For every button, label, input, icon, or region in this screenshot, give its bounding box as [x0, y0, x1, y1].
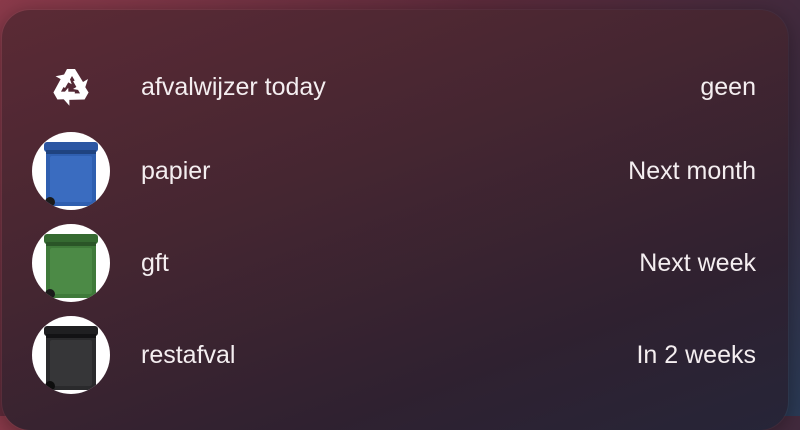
blue-bin-icon [32, 132, 110, 210]
entity-label: papier [141, 157, 211, 185]
entity-state: geen [700, 73, 756, 101]
entity-row-papier[interactable]: papier Next month [2, 132, 788, 212]
entity-label: gft [141, 249, 169, 277]
entity-row-afvalwijzer-today[interactable]: afvalwijzer today geen [2, 48, 788, 128]
recycle-icon [32, 48, 110, 126]
entity-state: Next month [628, 157, 756, 185]
entity-row-restafval[interactable]: restafval In 2 weeks [2, 316, 788, 396]
entity-row-gft[interactable]: gft Next week [2, 224, 788, 304]
waste-collection-card: afvalwijzer today geen papier Next month [2, 10, 788, 430]
entity-state: Next week [639, 249, 756, 277]
black-bin-icon [32, 316, 110, 394]
entity-label: restafval [141, 341, 236, 369]
entity-state: In 2 weeks [636, 341, 756, 369]
entity-label: afvalwijzer today [141, 73, 326, 101]
green-bin-icon [32, 224, 110, 302]
